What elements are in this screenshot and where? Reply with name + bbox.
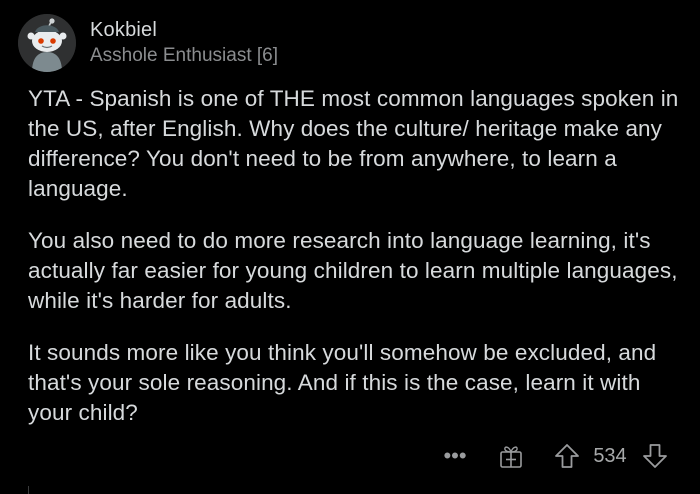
- comment-body: YTA - Spanish is one of THE most common …: [28, 84, 683, 450]
- avatar[interactable]: [18, 14, 76, 72]
- more-icon: •••: [443, 443, 467, 468]
- upvote-arrow-icon: [555, 444, 579, 468]
- user-flair: Asshole Enthusiast [6]: [90, 45, 278, 66]
- comment-header: Kokbiel Asshole Enthusiast [6]: [18, 12, 278, 74]
- downvote-button[interactable]: [638, 439, 672, 473]
- upvote-button[interactable]: [550, 439, 584, 473]
- user-meta: Kokbiel Asshole Enthusiast [6]: [90, 18, 278, 68]
- comment-actions: ••• 534: [438, 438, 672, 474]
- comment-paragraph-1: YTA - Spanish is one of THE most common …: [28, 86, 679, 201]
- snoo-avatar-icon: [18, 14, 76, 72]
- award-button[interactable]: [494, 439, 528, 473]
- comment-paragraph-3: It sounds more like you think you'll som…: [28, 340, 657, 425]
- comment-paragraph-2: You also need to do more research into l…: [28, 228, 678, 313]
- author-username[interactable]: Kokbiel: [90, 18, 278, 42]
- comment: Kokbiel Asshole Enthusiast [6] YTA - Spa…: [0, 0, 700, 494]
- thread-line: [28, 486, 29, 494]
- more-button[interactable]: •••: [438, 439, 472, 473]
- vote-score: 534: [593, 444, 627, 467]
- award-icon: [500, 446, 522, 468]
- downvote-arrow-icon: [643, 444, 667, 468]
